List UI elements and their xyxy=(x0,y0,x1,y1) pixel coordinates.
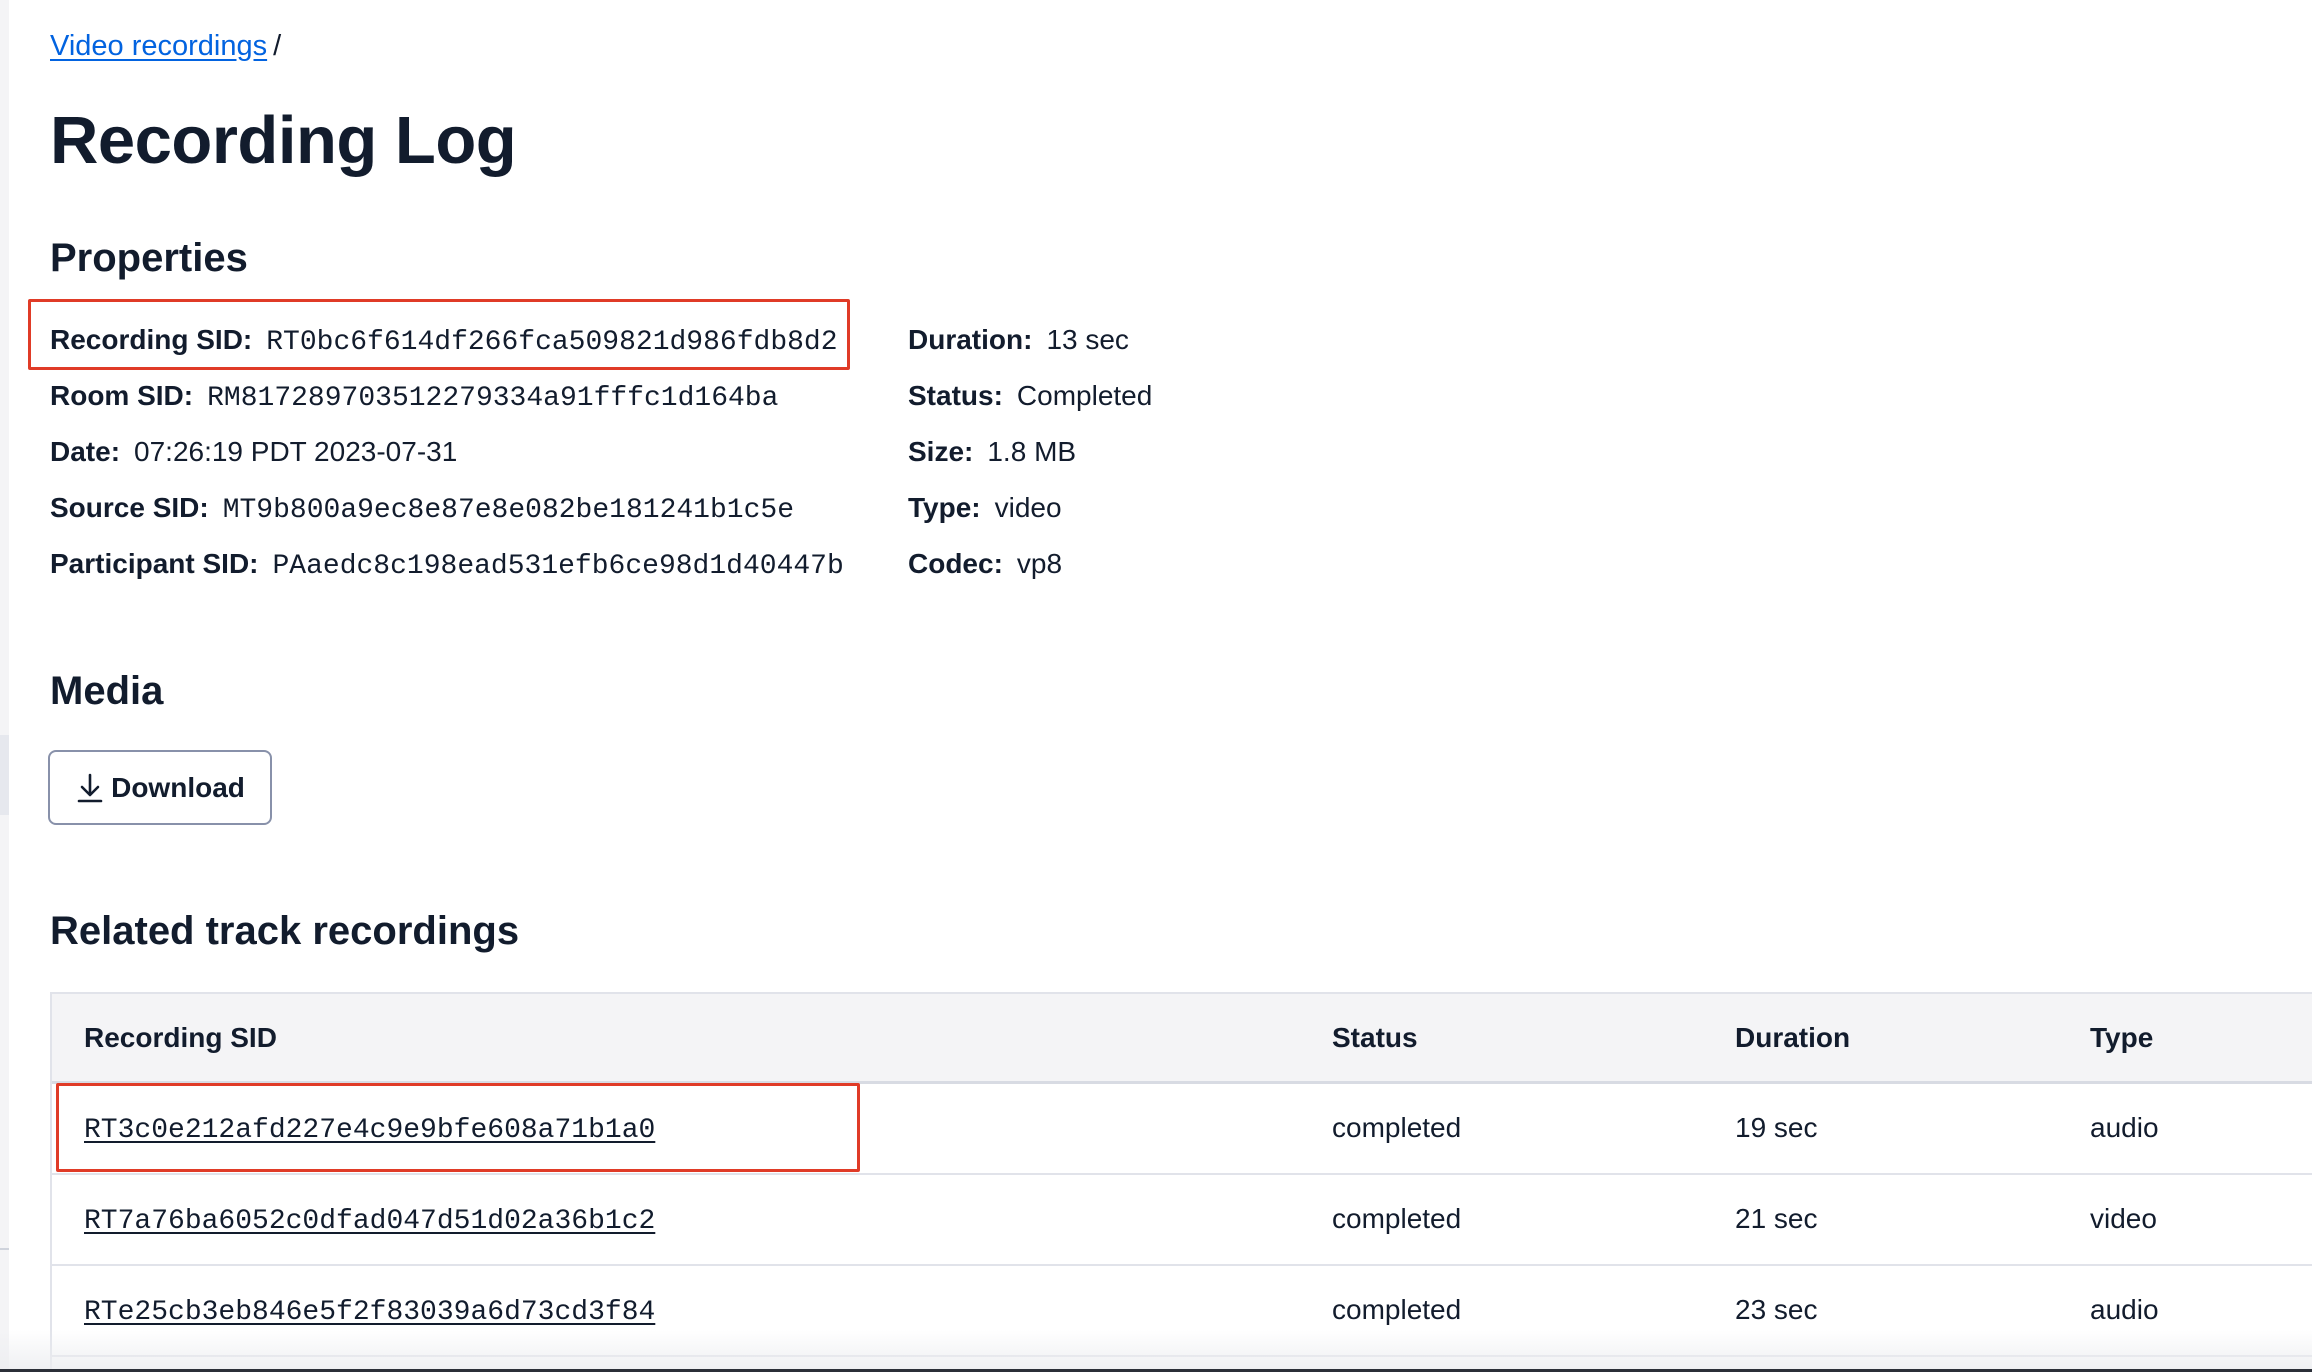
property-label: Duration: xyxy=(908,324,1033,355)
type-cell: audio xyxy=(2090,1112,2159,1143)
type-cell: video xyxy=(2090,1203,2157,1234)
status-cell: completed xyxy=(1332,1294,1462,1325)
type-cell: audio xyxy=(2090,1294,2159,1325)
duration-cell: 23 sec xyxy=(1735,1294,1818,1325)
duration-cell: 19 sec xyxy=(1735,1112,1818,1143)
property-value: 07:26:19 PDT 2023-07-31 xyxy=(134,436,458,467)
property-label: Recording SID: xyxy=(50,324,253,355)
table-header: Recording SID Status Duration Type xyxy=(52,994,2312,1084)
recording-log-page: Video recordings / Recording Log Properti… xyxy=(0,0,2312,1372)
recording-sid-link[interactable]: RTe25cb3eb846e5f2f83039a6d73cd3f84 xyxy=(84,1297,655,1328)
status-cell: completed xyxy=(1332,1112,1462,1143)
property-label: Date: xyxy=(50,436,121,467)
recording-sid-cell: RT7a76ba6052c0dfad047d51d02a36b1c2 xyxy=(84,1199,655,1242)
property-room-sid: Room SID: RM817289703512279334a91fffc1d16… xyxy=(50,376,778,419)
download-button[interactable]: Download xyxy=(48,750,272,825)
property-label: Size: xyxy=(908,436,974,467)
download-button-label: Download xyxy=(111,771,245,803)
property-label: Room SID: xyxy=(50,380,194,411)
recording-sid-cell: RTe25cb3eb846e5f2f83039a6d73cd3f84 xyxy=(84,1290,655,1333)
property-size: Size: 1.8 MB xyxy=(908,432,1076,472)
property-value: Completed xyxy=(1016,380,1153,411)
column-header-type[interactable]: Type xyxy=(2090,1018,2153,1058)
breadcrumb-link-video-recordings[interactable]: Video recordings xyxy=(50,30,267,62)
left-sidebar-edge xyxy=(0,0,9,1372)
property-label: Source SID: xyxy=(50,492,209,523)
related-track-recordings-heading: Related track recordings xyxy=(50,909,520,953)
property-source-sid: Source SID: MT9b800a9ec8e87e8e082be181241… xyxy=(50,488,794,531)
column-header-duration[interactable]: Duration xyxy=(1735,1018,1850,1058)
properties-heading: Properties xyxy=(50,236,248,280)
property-value: vp8 xyxy=(1016,548,1063,579)
duration-cell: 21 sec xyxy=(1735,1203,1818,1234)
property-label: Codec: xyxy=(908,548,1003,579)
media-heading: Media xyxy=(50,669,164,713)
property-value: RM817289703512279334a91fffc1d164ba xyxy=(207,383,779,414)
property-codec: Codec: vp8 xyxy=(908,544,1062,584)
column-header-status[interactable]: Status xyxy=(1332,1018,1418,1058)
property-label: Participant SID: xyxy=(50,548,259,579)
sidebar-edge-marker xyxy=(0,735,9,815)
related-sid-highlight xyxy=(56,1083,860,1172)
property-value: 1.8 MB xyxy=(987,436,1077,467)
table-row: RT7a76ba6052c0dfad047d51d02a36b1c2 compl… xyxy=(52,1175,2312,1266)
page-title: Recording Log xyxy=(50,103,517,178)
property-value: video xyxy=(994,492,1062,523)
property-recording-sid: Recording SID: RT0bc6f614df266fca509821d9… xyxy=(50,320,838,363)
property-duration: Duration: 13 sec xyxy=(908,320,1129,360)
sidebar-edge-divider xyxy=(0,1248,9,1250)
property-status: Status: Completed xyxy=(908,376,1152,416)
property-value: RT0bc6f614df266fca509821d986fdb8d2 xyxy=(266,327,838,358)
bottom-fade xyxy=(0,1330,2312,1372)
property-value: PAaedc8c198ead531efb6ce98d1d40447b xyxy=(272,551,844,582)
property-participant-sid: Participant SID: PAaedc8c198ead531efb6ce9… xyxy=(50,544,844,587)
status-cell: completed xyxy=(1332,1203,1462,1234)
property-label: Status: xyxy=(908,380,1003,411)
property-value: 13 sec xyxy=(1046,324,1129,355)
property-type: Type: video xyxy=(908,488,1062,528)
recording-sid-link[interactable]: RT7a76ba6052c0dfad047d51d02a36b1c2 xyxy=(84,1206,655,1237)
breadcrumb-separator: / xyxy=(273,30,282,62)
related-recordings-table: Recording SID Status Duration Type RT3c0… xyxy=(50,992,2312,1372)
property-value: MT9b800a9ec8e87e8e082be181241b1c5e xyxy=(222,495,794,526)
property-date: Date: 07:26:19 PDT 2023-07-31 xyxy=(50,432,457,472)
property-label: Type: xyxy=(908,492,981,523)
column-header-recording-sid[interactable]: Recording SID xyxy=(84,1018,277,1058)
download-icon xyxy=(77,773,103,802)
breadcrumb: Video recordings / xyxy=(50,26,281,66)
